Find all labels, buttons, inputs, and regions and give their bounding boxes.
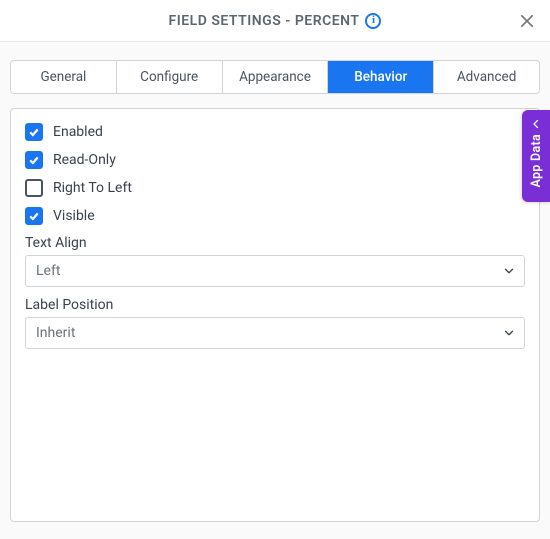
- text-align-select[interactable]: Left: [25, 255, 525, 287]
- checkbox-label[interactable]: Visible: [53, 208, 95, 224]
- tab-label: Advanced: [457, 69, 517, 85]
- checkbox-row-enabled: Enabled: [25, 123, 525, 141]
- tab-general[interactable]: General: [11, 61, 117, 93]
- chevron-down-icon: [502, 326, 516, 340]
- close-icon[interactable]: [518, 12, 536, 30]
- behavior-panel: Enabled Read-Only Right To Left Visible …: [10, 108, 540, 522]
- side-tab-label: App Data: [529, 134, 544, 188]
- checkbox-row-rtl: Right To Left: [25, 179, 525, 197]
- tab-label: Appearance: [239, 69, 311, 85]
- text-align-label: Text Align: [25, 235, 525, 251]
- label-position-select[interactable]: Inherit: [25, 317, 525, 349]
- checkbox-label[interactable]: Right To Left: [53, 180, 132, 196]
- label-position-group: Label Position Inherit: [25, 297, 525, 349]
- checkbox-visible[interactable]: [25, 207, 43, 225]
- content-area: General Configure Appearance Behavior Ad…: [0, 42, 550, 532]
- tab-configure[interactable]: Configure: [117, 61, 223, 93]
- tab-advanced[interactable]: Advanced: [434, 61, 539, 93]
- dialog-title: FIELD SETTINGS - PERCENT: [169, 13, 360, 29]
- checkbox-label[interactable]: Enabled: [53, 124, 103, 140]
- app-data-side-tab[interactable]: App Data: [522, 110, 550, 202]
- select-value: Left: [36, 263, 60, 279]
- label-position-label: Label Position: [25, 297, 525, 313]
- tab-behavior[interactable]: Behavior: [328, 61, 434, 93]
- tab-label: Behavior: [354, 69, 407, 85]
- checkbox-enabled[interactable]: [25, 123, 43, 141]
- checkbox-row-visible: Visible: [25, 207, 525, 225]
- select-value: Inherit: [36, 325, 75, 341]
- checkbox-label[interactable]: Read-Only: [53, 152, 116, 168]
- chevron-left-icon: [530, 118, 542, 130]
- checkbox-rtl[interactable]: [25, 179, 43, 197]
- tab-bar: General Configure Appearance Behavior Ad…: [10, 60, 540, 94]
- dialog-header: FIELD SETTINGS - PERCENT i: [0, 0, 550, 42]
- checkbox-readonly[interactable]: [25, 151, 43, 169]
- chevron-down-icon: [502, 264, 516, 278]
- tab-label: General: [40, 69, 86, 85]
- text-align-group: Text Align Left: [25, 235, 525, 287]
- checkbox-row-readonly: Read-Only: [25, 151, 525, 169]
- tab-appearance[interactable]: Appearance: [223, 61, 329, 93]
- info-icon[interactable]: i: [365, 13, 381, 29]
- tab-label: Configure: [140, 69, 198, 85]
